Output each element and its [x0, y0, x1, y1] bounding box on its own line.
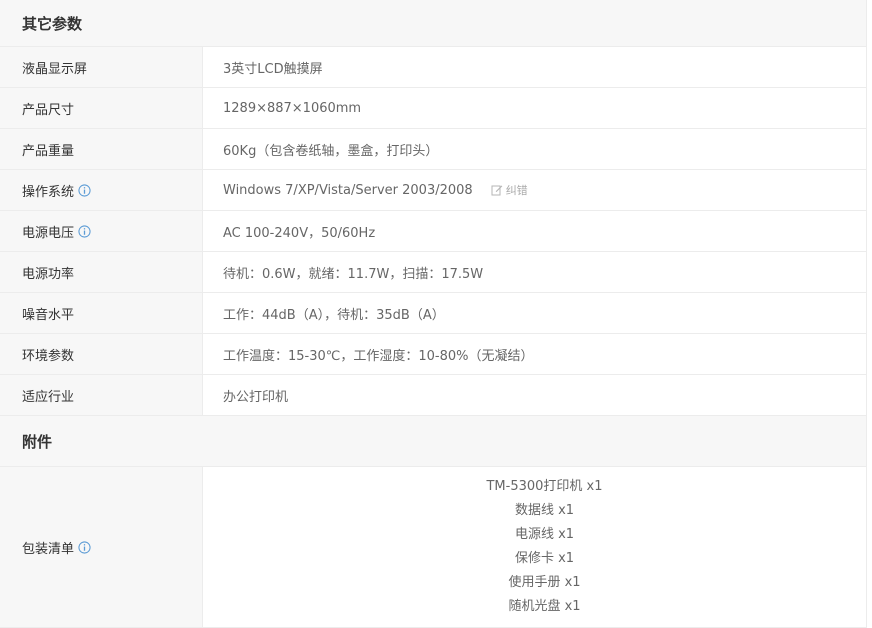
list-item: 使用手册 x1 [508, 575, 581, 590]
list-item: 保修卡 x1 [514, 551, 575, 566]
spec-label-text: 环境参数 [22, 348, 75, 364]
edit-icon [491, 185, 502, 196]
spec-row-display: 液晶显示屏 3英寸LCD触摸屏 [0, 47, 866, 88]
spec-label-text: 噪音水平 [22, 307, 75, 323]
spec-value-text: 60Kg（包含卷纸轴，墨盒，打印头） [223, 143, 439, 159]
table-right-border [866, 0, 867, 628]
spec-row-industry: 适应行业 办公打印机 [0, 375, 866, 416]
spec-label: 噪音水平 [0, 293, 203, 333]
spec-value-text: 待机：0.6W，就绪：11.7W，扫描：17.5W [223, 266, 484, 282]
spec-row-noise: 噪音水平 工作：44dB（A），待机：35dB（A） [0, 293, 866, 334]
spec-label-text: 包装清单 [22, 541, 75, 557]
spec-value-text: 办公打印机 [223, 389, 289, 405]
spec-row-environment: 环境参数 工作温度：15-30℃，工作湿度：10-80%（无凝结） [0, 334, 866, 375]
spec-row-os: 操作系统 Windows 7/XP/Vista/Server 2003/2008… [0, 170, 866, 211]
spec-table: 其它参数 液晶显示屏 3英寸LCD触摸屏 产品尺寸 1289×887×1060m… [0, 0, 866, 628]
spec-value: 工作：44dB（A），待机：35dB（A） [203, 293, 866, 333]
spec-value: 工作温度：15-30℃，工作湿度：10-80%（无凝结） [203, 334, 866, 374]
spec-label-text: 产品尺寸 [22, 102, 75, 118]
spec-label-text: 产品重量 [22, 143, 75, 159]
list-item: 电源线 x1 [514, 527, 575, 542]
section-title: 其它参数 [22, 14, 83, 33]
spec-label-text: 操作系统 [22, 184, 75, 200]
spec-value-text: 1289×887×1060mm [223, 100, 362, 116]
spec-value: Windows 7/XP/Vista/Server 2003/2008 纠错 [203, 170, 866, 210]
spec-label-text: 电源电压 [22, 225, 75, 241]
spec-row-voltage: 电源电压 AC 100-240V，50/60Hz [0, 211, 866, 252]
spec-row-size: 产品尺寸 1289×887×1060mm [0, 88, 866, 129]
spec-row-weight: 产品重量 60Kg（包含卷纸轴，墨盒，打印头） [0, 129, 866, 170]
correct-label: 纠错 [505, 184, 528, 197]
spec-value: 3英寸LCD触摸屏 [203, 47, 866, 87]
spec-label: 电源电压 [0, 211, 203, 251]
spec-label: 液晶显示屏 [0, 47, 203, 87]
spec-value-text: 工作：44dB（A），待机：35dB（A） [223, 307, 445, 323]
spec-value: AC 100-240V，50/60Hz [203, 211, 866, 251]
spec-label: 产品尺寸 [0, 88, 203, 128]
spec-value: 1289×887×1060mm [203, 88, 866, 128]
spec-value-text: Windows 7/XP/Vista/Server 2003/2008 [223, 182, 473, 198]
section-header-other-params: 其它参数 [0, 0, 866, 47]
list-item: 随机光盘 x1 [508, 599, 581, 614]
spec-label-text: 电源功率 [22, 266, 75, 282]
spec-label: 电源功率 [0, 252, 203, 292]
info-icon[interactable] [78, 183, 91, 197]
list-item: TM-5300打印机 x1 [486, 479, 603, 494]
spec-value: 待机：0.6W，就绪：11.7W，扫描：17.5W [203, 252, 866, 292]
correct-button[interactable]: 纠错 [491, 182, 528, 198]
spec-label-text: 适应行业 [22, 389, 75, 405]
spec-value-text: 工作温度：15-30℃，工作湿度：10-80%（无凝结） [223, 348, 534, 364]
spec-value: 办公打印机 [203, 375, 866, 415]
spec-value-text: AC 100-240V，50/60Hz [223, 225, 376, 241]
spec-value: 60Kg（包含卷纸轴，墨盒，打印头） [203, 129, 866, 169]
spec-label: 产品重量 [0, 129, 203, 169]
spec-label: 环境参数 [0, 334, 203, 374]
section-header-accessories: 附件 [0, 416, 866, 467]
spec-label-text: 液晶显示屏 [22, 61, 88, 77]
spec-value-text: 3英寸LCD触摸屏 [223, 61, 323, 77]
spec-label: 包装清单 [0, 467, 203, 627]
spec-row-package-list: 包装清单 TM-5300打印机 x1 数据线 x1 电源线 x1 保修卡 x1 … [0, 467, 866, 628]
spec-label: 适应行业 [0, 375, 203, 415]
info-icon[interactable] [78, 224, 91, 238]
spec-label: 操作系统 [0, 170, 203, 210]
section-title: 附件 [22, 432, 53, 451]
package-list: TM-5300打印机 x1 数据线 x1 电源线 x1 保修卡 x1 使用手册 … [203, 467, 866, 627]
info-icon[interactable] [78, 540, 91, 554]
list-item: 数据线 x1 [514, 503, 575, 518]
spec-row-power: 电源功率 待机：0.6W，就绪：11.7W，扫描：17.5W [0, 252, 866, 293]
